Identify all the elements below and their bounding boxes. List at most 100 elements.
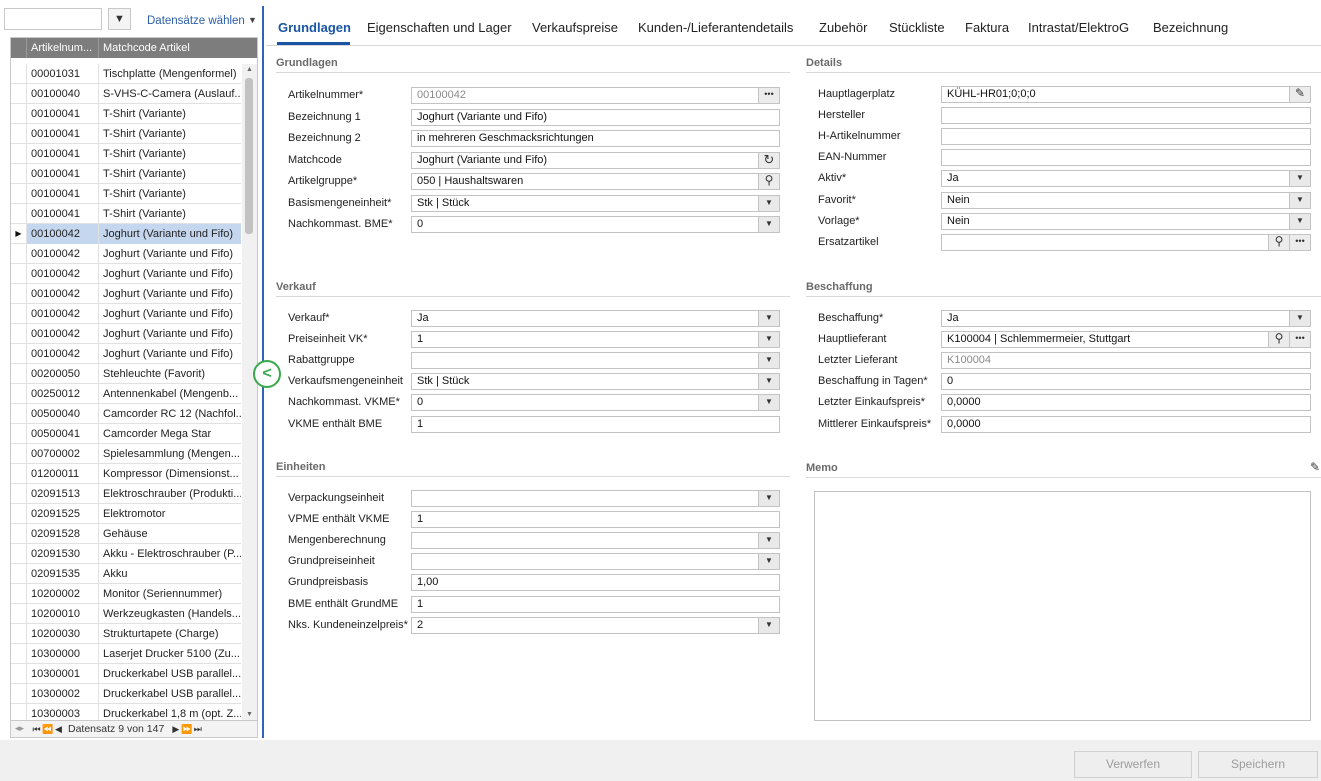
dropdown-arrow-icon[interactable]: ▼ [758, 374, 779, 389]
field-einheiten-2[interactable]: ▼ [411, 532, 780, 549]
table-row[interactable]: 00100041 T-Shirt (Variante) [11, 204, 241, 224]
field-verkauf-3[interactable]: Stk | Stück ▼ [411, 373, 780, 390]
dropdown-arrow-icon[interactable]: ▼ [758, 332, 779, 347]
tab-stueckliste[interactable]: Stückliste [889, 20, 945, 35]
first-record-icon[interactable]: ⏮ [31, 724, 42, 735]
next-record-icon[interactable]: ▶ [170, 724, 181, 735]
pencil-icon[interactable]: ✎ [1289, 87, 1310, 102]
search-icon[interactable]: ⚲ [1268, 332, 1289, 347]
scroll-up-icon[interactable]: ▲ [242, 66, 257, 73]
last-record-icon[interactable]: ⏭ [192, 724, 203, 735]
dropdown-arrow-icon[interactable]: ▼ [758, 395, 779, 410]
dropdown-arrow-icon[interactable]: ▼ [758, 533, 779, 548]
table-row[interactable]: 00100041 T-Shirt (Variante) [11, 104, 241, 124]
discard-button[interactable]: Verwerfen [1074, 751, 1192, 778]
table-row[interactable]: 10300002 Druckerkabel USB parallel... [11, 684, 241, 704]
table-row[interactable]: 00700002 Spielesammlung (Mengen... [11, 444, 241, 464]
field-einheiten-4[interactable]: 1,00 [411, 574, 780, 591]
field-verkauf-0[interactable]: Ja ▼ [411, 310, 780, 327]
field-grundlagen-1[interactable]: Joghurt (Variante und Fifo) [411, 109, 780, 126]
field-details-0[interactable]: KÜHL-HR01;0;0;0 ✎ [941, 86, 1311, 103]
field-beschaffung-3[interactable]: 0 [941, 373, 1311, 390]
field-grundlagen-6[interactable]: 0 ▼ [411, 216, 780, 233]
dropdown-arrow-icon[interactable]: ▼ [1289, 311, 1310, 326]
field-details-7[interactable]: ••• ⚲ [941, 234, 1311, 251]
tab-kunden-lieferantendetails[interactable]: Kunden-/Lieferantendetails [638, 20, 793, 35]
table-row[interactable]: 10300001 Druckerkabel USB parallel... [11, 664, 241, 684]
field-einheiten-3[interactable]: ▼ [411, 553, 780, 570]
table-row[interactable]: 01200011 Kompressor (Dimensionst... [11, 464, 241, 484]
dropdown-arrow-icon[interactable]: ▼ [758, 618, 779, 633]
field-verkauf-1[interactable]: 1 ▼ [411, 331, 780, 348]
field-beschaffung-1[interactable]: K100004 | Schlemmermeier, Stuttgart ••• ⚲ [941, 331, 1311, 348]
memo-edit-pencil-icon[interactable]: ✎ [1310, 460, 1320, 474]
filter-dropdown-button[interactable]: ▼ [108, 8, 131, 30]
field-details-4[interactable]: Ja ▼ [941, 170, 1311, 187]
caret-down-icon[interactable]: ▼ [248, 15, 257, 25]
field-grundlagen-5[interactable]: Stk | Stück ▼ [411, 195, 780, 212]
field-details-5[interactable]: Nein ▼ [941, 192, 1311, 209]
dropdown-arrow-icon[interactable]: ▼ [1289, 193, 1310, 208]
scroll-down-icon[interactable]: ▼ [242, 711, 257, 718]
save-button[interactable]: Speichern [1198, 751, 1318, 778]
dropdown-arrow-icon[interactable]: ▼ [758, 311, 779, 326]
dropdown-arrow-icon[interactable]: ▼ [758, 196, 779, 211]
memo-textarea[interactable] [814, 491, 1311, 721]
next-page-icon[interactable]: ⏩ [181, 724, 192, 735]
field-details-1[interactable] [941, 107, 1311, 124]
table-row[interactable]: 02091530 Akku - Elektroschrauber (P... [11, 544, 241, 564]
table-row[interactable]: 00100041 T-Shirt (Variante) [11, 144, 241, 164]
previous-record-icon[interactable]: ◀ [53, 724, 64, 735]
table-row[interactable]: 10200002 Monitor (Seriennummer) [11, 584, 241, 604]
table-row[interactable]: 10300000 Laserjet Drucker 5100 (Zu... [11, 644, 241, 664]
scrollbar-thumb[interactable] [245, 78, 253, 234]
dropdown-arrow-icon[interactable]: ▼ [758, 353, 779, 368]
ellipsis-icon[interactable]: ••• [1289, 332, 1310, 347]
field-grundlagen-3[interactable]: Joghurt (Variante und Fifo) ↻ [411, 152, 780, 169]
field-beschaffung-0[interactable]: Ja ▼ [941, 310, 1311, 327]
dropdown-arrow-icon[interactable]: ▼ [758, 491, 779, 506]
table-row[interactable]: 02091535 Akku [11, 564, 241, 584]
field-einheiten-1[interactable]: 1 [411, 511, 780, 528]
table-row[interactable]: 00100040 S-VHS-C-Camera (Auslauf... [11, 84, 241, 104]
field-grundlagen-2[interactable]: in mehreren Geschmacksrichtungen [411, 130, 780, 147]
table-row[interactable]: 02091513 Elektroschrauber (Produkti... [11, 484, 241, 504]
table-row[interactable]: 00100042 Joghurt (Variante und Fifo) [11, 344, 241, 364]
table-row[interactable]: 00100041 T-Shirt (Variante) [11, 164, 241, 184]
grid-scrollbar[interactable]: ▲ ▼ [242, 64, 257, 720]
table-row[interactable]: 02091528 Gehäuse [11, 524, 241, 544]
collapse-panel-button[interactable]: < [253, 360, 281, 388]
ellipsis-icon[interactable]: ••• [1289, 235, 1310, 250]
table-row[interactable]: 00500040 Camcorder RC 12 (Nachfol... [11, 404, 241, 424]
field-grundlagen-4[interactable]: 050 | Haushaltswaren ⚲ [411, 173, 780, 190]
column-header-matchcode[interactable]: Matchcode Artikel [99, 38, 241, 58]
table-row[interactable]: 00250012 Antennenkabel (Mengenb... [11, 384, 241, 404]
tab-eigenschaften-und-lager[interactable]: Eigenschaften und Lager [367, 20, 512, 35]
table-row[interactable]: 00100041 T-Shirt (Variante) [11, 124, 241, 144]
table-row[interactable]: 00100041 T-Shirt (Variante) [11, 184, 241, 204]
dropdown-arrow-icon[interactable]: ▼ [1289, 171, 1310, 186]
field-einheiten-6[interactable]: 2 ▼ [411, 617, 780, 634]
table-row[interactable]: 00100042 Joghurt (Variante und Fifo) [11, 284, 241, 304]
tab-verkaufspreise[interactable]: Verkaufspreise [532, 20, 618, 35]
field-beschaffung-5[interactable]: 0,0000 [941, 416, 1311, 433]
table-row[interactable]: 00100042 Joghurt (Variante und Fifo) [11, 264, 241, 284]
table-row[interactable]: 10200030 Strukturtapete (Charge) [11, 624, 241, 644]
table-row[interactable]: ▶ 00100042 Joghurt (Variante und Fifo) [11, 224, 241, 244]
tab-faktura[interactable]: Faktura [965, 20, 1009, 35]
tab-bezeichnung[interactable]: Bezeichnung [1153, 20, 1228, 35]
table-row[interactable]: 10200010 Werkzeugkasten (Handels... [11, 604, 241, 624]
table-row[interactable]: 00100042 Joghurt (Variante und Fifo) [11, 244, 241, 264]
field-einheiten-5[interactable]: 1 [411, 596, 780, 613]
field-verkauf-2[interactable]: ▼ [411, 352, 780, 369]
refresh-icon[interactable]: ↻ [758, 153, 779, 168]
field-einheiten-0[interactable]: ▼ [411, 490, 780, 507]
field-verkauf-5[interactable]: 1 [411, 416, 780, 433]
field-details-2[interactable] [941, 128, 1311, 145]
table-row[interactable]: 00200050 Stehleuchte (Favorit) [11, 364, 241, 384]
field-details-6[interactable]: Nein ▼ [941, 213, 1311, 230]
table-row[interactable]: 00500041 Camcorder Mega Star [11, 424, 241, 444]
previous-page-icon[interactable]: ⏪ [42, 724, 53, 735]
column-header-article-number[interactable]: Artikelnum... [27, 38, 99, 58]
dropdown-arrow-icon[interactable]: ▼ [758, 217, 779, 232]
